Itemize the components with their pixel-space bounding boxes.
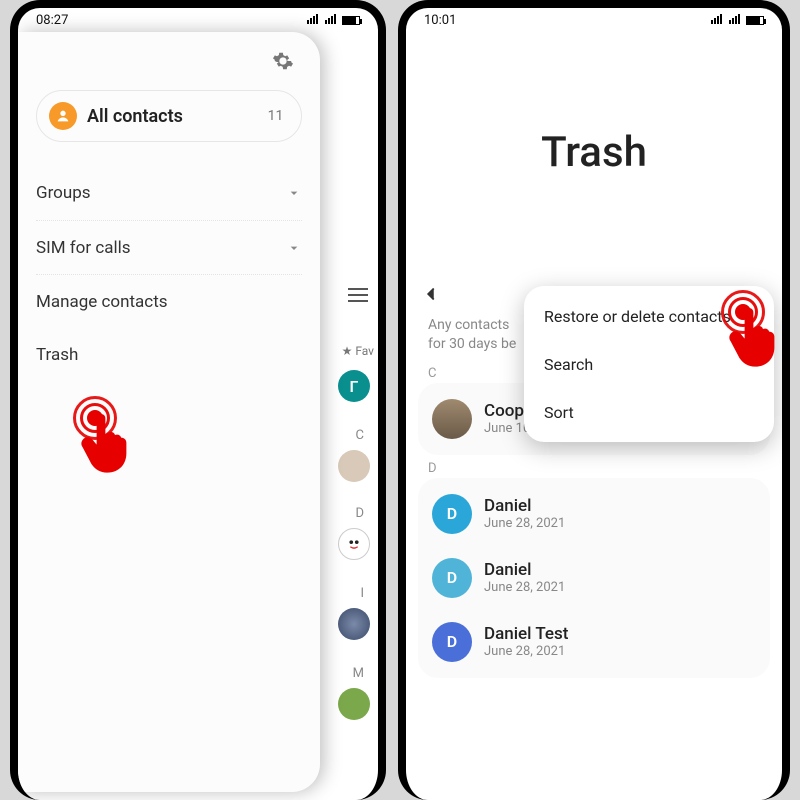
phone-right: 10:01 Trash Any contacts for 30 days be … xyxy=(392,0,800,800)
contact-name: Daniel xyxy=(484,560,565,580)
menu-label: SIM for calls xyxy=(36,238,131,258)
contact-avatar xyxy=(432,399,472,439)
list-item[interactable]: D Daniel June 28, 2021 xyxy=(426,482,762,546)
screen-right: 10:01 Trash Any contacts for 30 days be … xyxy=(398,0,790,800)
contact-name: Daniel Test xyxy=(484,624,568,644)
contact-date: June 28, 2021 xyxy=(484,516,565,531)
contact-avatar: D xyxy=(432,494,472,534)
contact-avatar[interactable]: Г xyxy=(338,370,370,402)
all-contacts-label: All contacts xyxy=(87,106,268,127)
contact-date: June 28, 2021 xyxy=(484,644,568,659)
page-title: Trash xyxy=(541,128,647,177)
menu-label: Manage contacts xyxy=(36,292,168,312)
overflow-menu-popup: Restore or delete contacts Search Sort xyxy=(524,286,774,442)
menu-sort[interactable]: Sort xyxy=(524,388,774,436)
menu-trash[interactable]: Trash xyxy=(36,328,302,382)
contact-avatar[interactable] xyxy=(338,450,370,482)
list-card: D Daniel June 28, 2021 D Daniel June 28,… xyxy=(418,478,770,678)
menu-sim-for-calls[interactable]: SIM for calls xyxy=(36,220,302,274)
all-contacts-count: 11 xyxy=(268,108,284,124)
hamburger-icon[interactable] xyxy=(348,288,368,302)
menu-groups[interactable]: Groups xyxy=(36,166,302,220)
background-contact-strip: ★ Fav Г C D I M xyxy=(320,8,378,800)
menu-label: Groups xyxy=(36,183,91,203)
status-time: 08:27 xyxy=(36,13,68,28)
favorites-header: ★ Fav xyxy=(342,344,374,358)
desc-line: for 30 days be xyxy=(428,336,516,352)
menu-manage-contacts[interactable]: Manage contacts xyxy=(36,274,302,328)
contacts-icon xyxy=(49,102,77,130)
contact-avatar[interactable] xyxy=(338,608,370,640)
desc-line: Any contacts xyxy=(428,317,509,333)
contact-date: June 28, 2021 xyxy=(484,580,565,595)
section-c: C xyxy=(356,428,364,443)
list-item[interactable]: D Daniel June 28, 2021 xyxy=(426,546,762,610)
all-contacts-pill[interactable]: All contacts 11 xyxy=(36,90,302,142)
menu-restore-delete[interactable]: Restore or delete contacts xyxy=(524,292,774,340)
list-item[interactable]: D Daniel Test June 28, 2021 xyxy=(426,610,762,674)
gear-icon[interactable] xyxy=(272,50,294,72)
chevron-down-icon xyxy=(286,185,302,201)
contact-avatar[interactable] xyxy=(338,688,370,720)
chevron-down-icon xyxy=(286,240,302,256)
menu-label: Trash xyxy=(36,345,78,365)
section-d: D xyxy=(355,506,364,521)
screen-left: 08:27 ★ Fav Г C D I M xyxy=(10,0,386,800)
phone-left: 08:27 ★ Fav Г C D I M xyxy=(0,0,392,800)
statusbar: 10:01 xyxy=(406,8,782,32)
contact-avatar: D xyxy=(432,622,472,662)
section-i: I xyxy=(360,586,364,601)
back-icon[interactable] xyxy=(420,283,442,305)
status-right-icons xyxy=(710,13,764,28)
section-m: M xyxy=(353,666,364,681)
section-header-d: D xyxy=(406,455,782,478)
navigation-drawer: All contacts 11 Groups SIM for calls Man… xyxy=(18,32,320,792)
trash-hero: Trash xyxy=(406,32,782,272)
status-time: 10:01 xyxy=(424,13,456,28)
menu-search[interactable]: Search xyxy=(524,340,774,388)
contact-avatar: D xyxy=(432,558,472,598)
contact-avatar[interactable] xyxy=(338,528,370,560)
contact-name: Daniel xyxy=(484,496,565,516)
